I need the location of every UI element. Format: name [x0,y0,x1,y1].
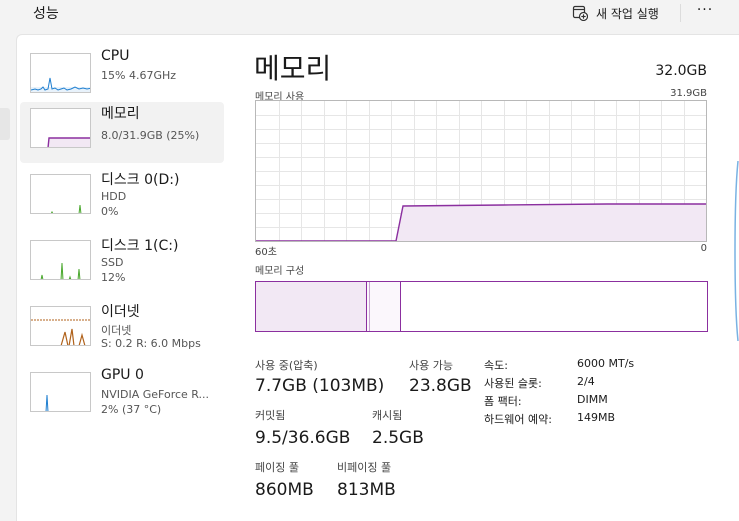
committed-label: 커밋됨 [255,409,286,422]
form-factor-value: DIMM [577,393,608,406]
header-divider [680,4,681,22]
sidebar-item-name: 메모리 [101,106,140,122]
composition-label: 메모리 구성 [255,266,305,277]
sidebar-item-name: 디스크 1(C:) [101,238,179,254]
ethernet-thumbnail-graph [30,306,91,346]
sidebar-item-usage: 12% [101,271,126,284]
memory-total: 32.0GB [655,63,707,79]
run-new-task-button[interactable]: 새 작업 실행 [572,3,659,23]
sidebar-item-usage: 2% (37 °C) [101,403,162,416]
nav-strip [0,34,16,521]
resource-title: 메모리 [254,52,332,85]
disk0-thumbnail-graph [30,174,91,214]
form-factor-key: 폼 팩터: [484,395,522,408]
more-options-button[interactable]: ··· [692,2,718,22]
sidebar-item-cpu[interactable]: CPU 15% 4.67GHz [20,47,224,108]
time-axis-end: 0 [700,243,707,254]
edge-accent [734,161,739,341]
performance-content: CPU 15% 4.67GHz 메모리 8.0/31.9GB (25%) 디스크… [16,34,739,521]
available-value: 23.8GB [409,376,472,396]
sidebar-item-name: GPU 0 [101,367,144,383]
composition-chart [256,282,401,331]
sidebar-item-memory[interactable]: 메모리 8.0/31.9GB (25%) [20,102,224,163]
header-bar: 성능 새 작업 실행 ··· [0,0,739,34]
sidebar-item-model: NVIDIA GeForce R... [101,388,210,401]
in-use-value: 7.7GB (103MB) [255,376,385,396]
sidebar-item-ethernet[interactable]: 이더넷 이더넷 S: 0.2 R: 6.0 Mbps [20,300,224,361]
in-use-label: 사용 중(압축) [255,359,318,372]
sidebar-item-detail: 15% 4.67GHz [101,69,177,82]
gpu-thumbnail-graph [30,372,91,412]
run-task-label: 새 작업 실행 [596,6,659,21]
nonpaged-pool-value: 813MB [337,480,396,500]
memory-composition-bar [255,281,708,332]
slots-value: 2/4 [577,375,595,388]
nav-selection-indicator [0,108,10,140]
sidebar-item-type: HDD [101,190,127,203]
nonpaged-pool-label: 비페이징 풀 [337,461,392,474]
cpu-thumbnail-graph [30,53,91,93]
slots-key: 사용된 슬롯: [484,377,542,390]
speed-value: 6000 MT/s [577,357,635,370]
speed-key: 속도: [484,359,508,372]
memory-usage-graph [255,100,707,242]
hardware-reserved-key: 하드웨어 예약: [484,413,552,426]
paged-pool-value: 860MB [255,480,314,500]
sidebar-item-disk-0[interactable]: 디스크 0(D:) HDD 0% [20,168,224,229]
run-task-icon [572,5,588,21]
sidebar-item-disk-1[interactable]: 디스크 1(C:) SSD 12% [20,234,224,295]
hardware-reserved-value: 149MB [577,411,616,424]
sidebar-item-throughput: S: 0.2 R: 6.0 Mbps [101,337,201,350]
sidebar-item-adapter: 이더넷 [101,324,132,337]
composition-in-use [256,282,366,331]
sidebar-item-usage: 0% [101,205,119,218]
time-axis-start: 60초 [255,247,277,258]
memory-thumbnail-graph [30,108,91,148]
sidebar-item-name: CPU [101,48,130,64]
sidebar-item-detail: 8.0/31.9GB (25%) [101,129,200,142]
memory-usage-chart [256,101,706,242]
composition-modified [367,282,400,331]
available-label: 사용 가능 [409,359,453,372]
usage-graph-max: 31.9GB [670,88,707,99]
cached-value: 2.5GB [372,428,424,448]
committed-value: 9.5/36.6GB [255,428,351,448]
sidebar-item-gpu[interactable]: GPU 0 NVIDIA GeForce R... 2% (37 °C) [20,366,224,427]
paged-pool-label: 페이징 풀 [255,461,299,474]
sidebar-item-name: 이더넷 [101,304,140,320]
disk1-thumbnail-graph [30,240,91,280]
task-manager-window: 성능 새 작업 실행 ··· CPU 15% 4.67GHz 메모리 8.0/3… [0,0,739,521]
sidebar-item-type: SSD [101,256,124,269]
cached-label: 캐시됨 [372,409,403,422]
page-title: 성능 [33,6,59,22]
sidebar-item-name: 디스크 0(D:) [101,172,180,188]
usage-area [256,204,706,241]
